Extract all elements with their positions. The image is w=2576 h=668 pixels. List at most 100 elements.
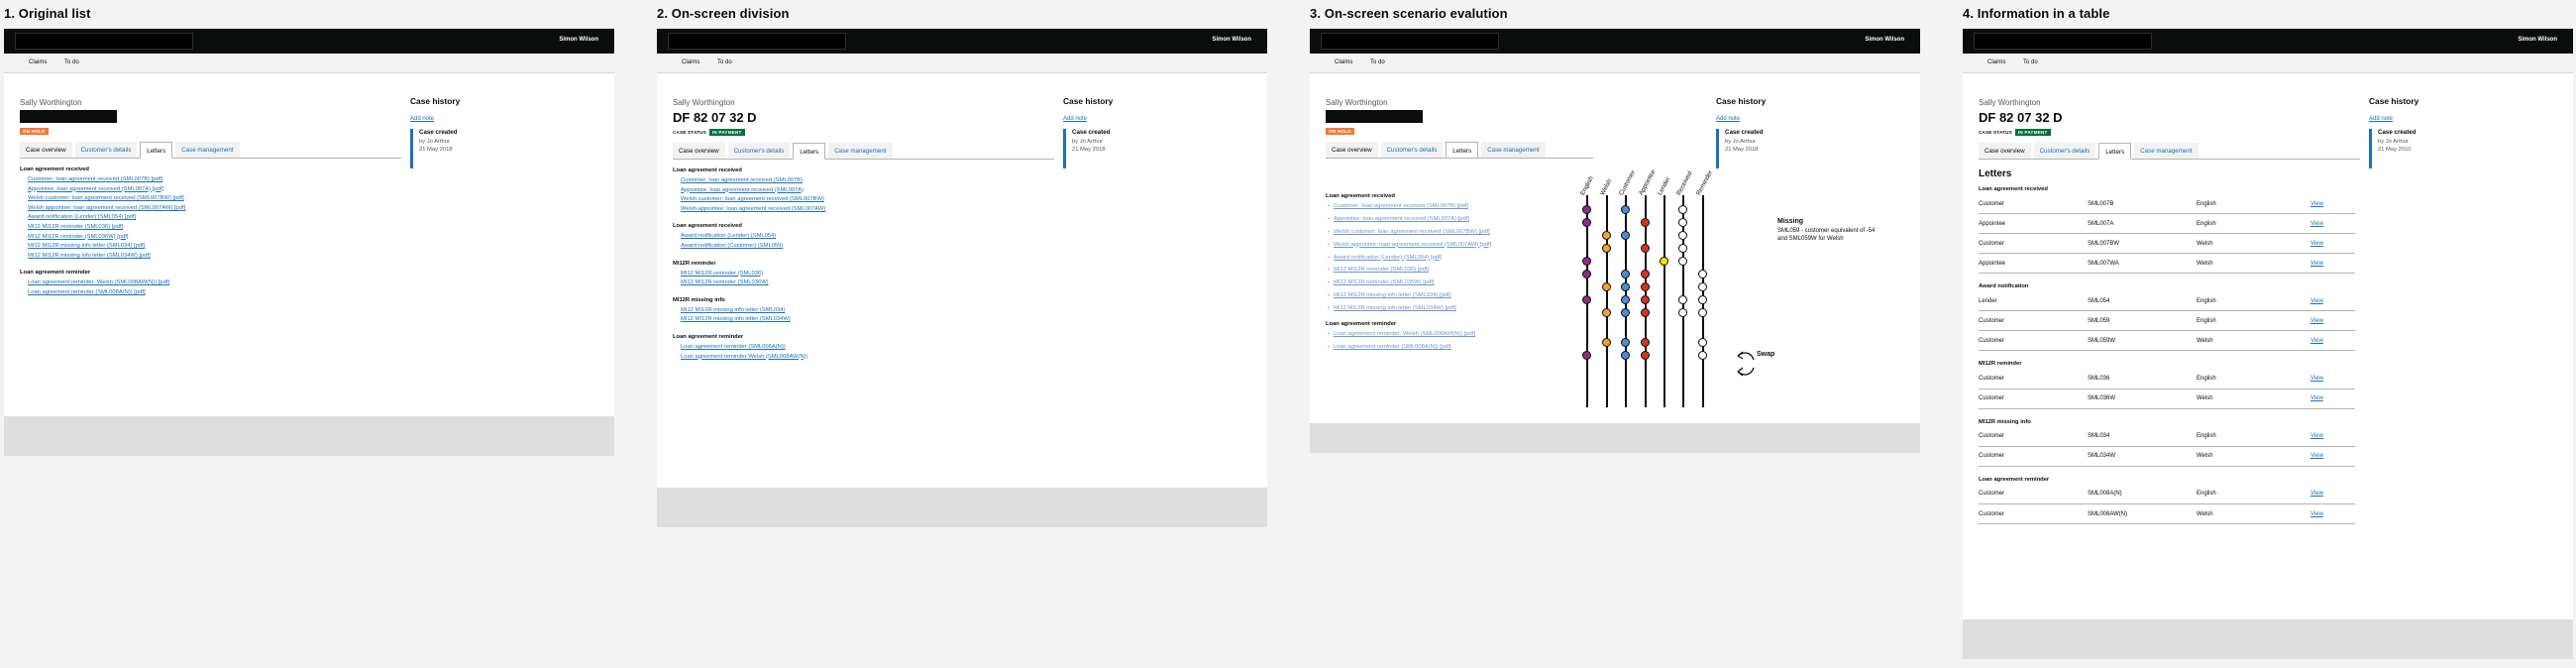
timeline-by: by Jo Arthur [1725, 139, 1756, 145]
table-row: Appointee SML007WA Welsh View [1979, 253, 2355, 275]
tab-case-overview[interactable]: Case overview [673, 143, 725, 159]
case-history-title: Case history [1063, 96, 1114, 106]
table-row: Customer SML034W Welsh View [1979, 446, 2355, 467]
header-bar: Simon Wilson [4, 29, 614, 54]
view-link[interactable]: View [2310, 233, 2355, 255]
matrix-column-label: Reminder [1695, 168, 1714, 197]
view-link[interactable]: View [2310, 389, 2355, 409]
tab-customers-details[interactable]: Customer's details [727, 143, 791, 159]
add-note-link[interactable]: Add note [1063, 116, 1261, 122]
letter-link[interactable]: MI12 MI12R missing info letter (SML034W) [673, 315, 1049, 325]
redacted-logo [15, 33, 193, 50]
letter-link[interactable]: Loan agreement reminder (SML008A(N)) [pd… [20, 288, 396, 298]
letter-link[interactable]: Loan agreement reminder (SML008A(N)) [673, 343, 1049, 353]
matrix-dot [1641, 282, 1650, 291]
timeline-entry: Case created by Jo Arthur 21 May 2018 [410, 129, 608, 168]
nav-claims[interactable]: Claims [1987, 59, 2005, 65]
view-link[interactable]: View [2310, 446, 2355, 467]
letter-link[interactable]: Customer: loan agreement received (SML00… [20, 175, 396, 185]
nav-claims[interactable]: Claims [29, 59, 47, 65]
view-link[interactable]: View [2310, 426, 2355, 447]
tab-letters[interactable]: Letters [2098, 143, 2132, 160]
view-link[interactable]: View [2310, 213, 2355, 235]
table-cell: English [2197, 484, 2310, 505]
add-note-link[interactable]: Add note [410, 116, 608, 122]
letter-link[interactable]: Loan agreement reminder Welsh (SML008AW(… [673, 353, 1049, 363]
matrix-column-label: Customer [1618, 168, 1637, 197]
add-note-link[interactable]: Add note [1716, 116, 1914, 122]
tab-letters[interactable]: Letters [140, 142, 173, 159]
view-link[interactable]: View [2310, 291, 2355, 312]
matrix-dot [1582, 351, 1591, 360]
letter-link[interactable]: MI12 MI12R reminder (SML036) [pdf] [20, 223, 396, 233]
letter-link[interactable]: Welsh customer: loan agreement received … [20, 194, 396, 204]
panel-title: 2. On-screen division [657, 6, 790, 21]
matrix-dot [1678, 244, 1687, 253]
tab-letters[interactable]: Letters [793, 143, 826, 160]
letter-link[interactable]: Customer: loan agreement received (SML00… [673, 176, 1049, 186]
letter-link[interactable]: Appointee: loan agreement received (SML0… [20, 185, 396, 195]
matrix-dot [1678, 231, 1687, 240]
table-cell: SML059 [2088, 310, 2197, 332]
matrix-dot [1621, 308, 1630, 317]
letter-link[interactable]: MI12 MI12R missing info letter (SML034) … [20, 242, 396, 252]
matrix-dot [1660, 257, 1668, 266]
letter-link[interactable]: MI12 MI12R reminder (SML036W) [pdf] [20, 233, 396, 243]
nav-todo[interactable]: To do [2023, 59, 2038, 65]
tab-case-overview[interactable]: Case overview [1979, 143, 2031, 159]
section-heading: Award notification [1979, 283, 2029, 290]
matrix-dot [1582, 205, 1591, 214]
nav-claims[interactable]: Claims [682, 59, 699, 65]
matrix-dot [1621, 205, 1630, 214]
letters-heading: Letters [1979, 168, 2012, 179]
view-link[interactable]: View [2310, 503, 2355, 525]
letter-link[interactable]: Award notification (Customer) (SML059) [673, 242, 1049, 252]
letter-link[interactable]: MI12 MI12R missing info letter (SML034) [673, 306, 1049, 316]
letter-link[interactable]: Welsh customer: loan agreement received … [673, 195, 1049, 205]
letter-link[interactable]: Award notification (Lender) (SML054) [673, 232, 1049, 242]
panel-on-screen-division: 2. On-screen division Simon Wilson Claim… [653, 0, 1267, 668]
view-link[interactable]: View [2310, 369, 2355, 390]
letter-link[interactable]: Welsh appointee: loan agreement received… [20, 204, 396, 214]
tab-case-overview[interactable]: Case overview [20, 142, 72, 158]
table-row: Customer SML008A(N) English View [1979, 484, 2355, 505]
nav-todo[interactable]: To do [64, 59, 79, 65]
matrix-dot [1641, 218, 1650, 227]
letter-link[interactable]: Welsh appointee: loan agreement received… [673, 205, 1049, 215]
panel-scenario-evaluation: 3. On-screen scenario evalution Simon Wi… [1306, 0, 1920, 668]
tab-case-management[interactable]: Case management [2134, 143, 2199, 159]
letter-link[interactable]: MI12 MI12R missing info letter (SML034W)… [20, 252, 396, 262]
view-link[interactable]: View [2310, 330, 2355, 352]
tab-customers-details[interactable]: Customer's details [74, 142, 138, 158]
matrix-dot [1582, 218, 1591, 227]
table-cell: Customer [1979, 389, 2088, 409]
case-history: Case history Add note Case created by Jo… [1063, 96, 1261, 168]
table-cell: SML036 [2088, 369, 2197, 390]
letter-link[interactable]: Loan agreement reminder: Welsh (SML008AW… [20, 278, 396, 288]
user-name[interactable]: Simon Wilson [559, 37, 598, 43]
table-row: Customer SML059W Welsh View [1979, 330, 2355, 352]
add-note-link[interactable]: Add note [2369, 116, 2567, 122]
letter-link[interactable]: Appointee: loan agreement received (SML0… [673, 186, 1049, 196]
view-link[interactable]: View [2310, 194, 2355, 215]
swap-label: Swap [1757, 351, 1775, 358]
case-history-title: Case history [410, 96, 461, 106]
view-link[interactable]: View [2310, 253, 2355, 275]
table-row: Customer SML008AW(N) Welsh View [1979, 503, 2355, 525]
status-label: CASE STATUS [1979, 130, 2012, 135]
nav-todo[interactable]: To do [717, 59, 732, 65]
table-row: Customer SML007BW Welsh View [1979, 233, 2355, 255]
letter-link[interactable]: MI12 MI12R reminder (SML036W) [673, 278, 1049, 288]
timeline-entry: Case created by Jo Arthur 21 May 2018 [1063, 129, 1261, 168]
tab-customers-details[interactable]: Customer's details [2033, 143, 2096, 159]
tab-case-management[interactable]: Case management [828, 143, 893, 159]
view-link[interactable]: View [2310, 310, 2355, 332]
user-name[interactable]: Simon Wilson [2518, 37, 2557, 43]
view-link[interactable]: View [2310, 484, 2355, 505]
letter-link[interactable]: Award notification (Lender) (SML054) [pd… [20, 213, 396, 223]
tab-case-management[interactable]: Case management [175, 142, 240, 158]
user-name[interactable]: Simon Wilson [1212, 37, 1251, 43]
matrix-column-label: English [1579, 174, 1595, 197]
letter-link[interactable]: MI12 MI12R reminder (SML036) [673, 270, 1049, 279]
missing-note: SML059 - customer equivalent of -54 and … [1777, 227, 1906, 243]
